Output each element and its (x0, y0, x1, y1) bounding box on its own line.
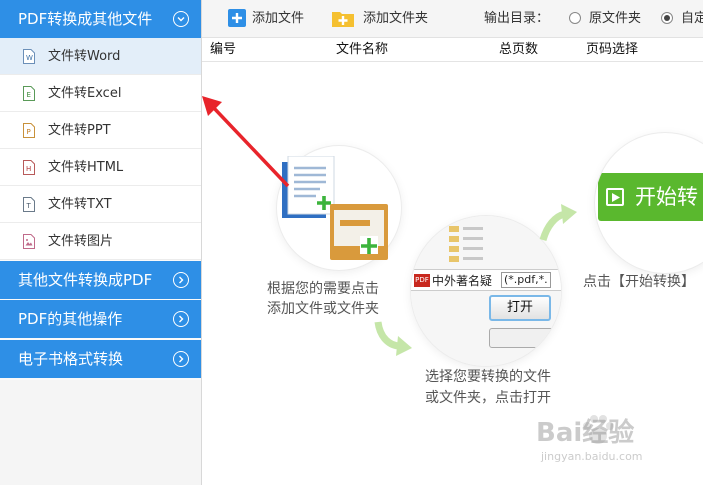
word-file-icon: W (23, 49, 35, 64)
step3-caption: 点击【开始转换】 (583, 274, 695, 290)
sidebar-item-label: 文件转图片 (48, 234, 114, 249)
sidebar: PDF转换成其他文件 W 文件转Word E 文件转Excel P 文件转PPT… (0, 0, 202, 485)
section-label: 电子书格式转换 (18, 350, 124, 368)
sidebar-item-label: 文件转TXT (48, 197, 112, 212)
svg-text:H: H (26, 165, 31, 173)
toolbar: 添加文件 添加文件夹 输出目录： 原文件夹 自定 (202, 0, 703, 38)
step3-circle: 开始转 (595, 133, 703, 273)
step1-caption-line2: 添加文件或文件夹 (267, 301, 379, 317)
watermark-url: jingyan.baidu.com (541, 450, 643, 463)
sidebar-item-word[interactable]: W 文件转Word (0, 38, 201, 75)
step1-caption-line1: 根据您的需要点击 (267, 281, 379, 297)
pdf-badge-icon: PDF (414, 274, 430, 287)
chevron-down-icon (173, 11, 189, 27)
chevron-right-icon (173, 351, 189, 367)
radio-custom-folder[interactable] (661, 12, 673, 24)
section-label: PDF转换成其他文件 (18, 10, 153, 28)
chevron-right-icon (173, 311, 189, 327)
sidebar-item-label: 文件转Excel (48, 86, 122, 101)
column-header-page-range[interactable]: 页码选择 (586, 38, 638, 62)
dialog-cancel-button (489, 328, 561, 348)
dialog-filename-text: 中外著名疑 (432, 274, 493, 288)
section-ebook-conversion[interactable]: 电子书格式转换 (0, 340, 201, 378)
add-file-label: 添加文件 (252, 11, 305, 26)
sidebar-empty-area (0, 380, 201, 485)
sidebar-item-html[interactable]: H 文件转HTML (0, 149, 201, 186)
filename-row: PDF 中外著名疑 (*.pdf,*. (411, 269, 561, 291)
radio-custom-label: 自定 (681, 11, 703, 26)
sidebar-item-label: 文件转Word (48, 49, 121, 64)
radio-original-label: 原文件夹 (589, 11, 642, 26)
sidebar-item-label: 文件转HTML (48, 160, 124, 175)
column-header-number[interactable]: 编号 (210, 38, 236, 62)
image-file-icon (23, 234, 35, 249)
red-arrow-icon (202, 96, 290, 188)
file-table-header: 编号 文件名称 总页数 页码选择 (202, 38, 703, 62)
play-icon (606, 188, 624, 206)
section-pdf-operations[interactable]: PDF的其他操作 (0, 300, 201, 338)
ppt-file-icon: P (23, 123, 35, 138)
add-folder-button[interactable]: 添加文件夹 (332, 9, 452, 29)
section-label: PDF的其他操作 (18, 310, 123, 328)
section-label: 其他文件转换成PDF (18, 271, 153, 289)
sidebar-item-excel[interactable]: E 文件转Excel (0, 75, 201, 112)
column-header-total-pages[interactable]: 总页数 (499, 38, 538, 62)
step2-caption-line1: 选择您要转换的文件 (425, 369, 551, 385)
svg-text:T: T (26, 202, 32, 210)
chevron-right-icon (173, 272, 189, 288)
sidebar-item-label: 文件转PPT (48, 123, 111, 138)
add-file-button[interactable]: 添加文件 (228, 9, 338, 29)
dialog-filter-text: (*.pdf,*. (501, 272, 551, 288)
sidebar-item-txt[interactable]: T 文件转TXT (0, 186, 201, 223)
add-file-icon (228, 9, 246, 27)
output-dir-label: 输出目录： (484, 11, 550, 26)
sidebar-item-image[interactable]: 文件转图片 (0, 223, 201, 260)
step2-caption-line2: 或文件夹，点击打开 (425, 390, 551, 406)
add-folder-icon (332, 12, 354, 27)
app-window: PDF转换成其他文件 W 文件转Word E 文件转Excel P 文件转PPT… (0, 0, 703, 485)
txt-file-icon: T (23, 197, 35, 212)
sidebar-item-ppt[interactable]: P 文件转PPT (0, 112, 201, 149)
svg-text:E: E (27, 91, 31, 99)
radio-original-folder[interactable] (569, 12, 581, 24)
section-pdf-to-other[interactable]: PDF转换成其他文件 (0, 0, 201, 38)
start-convert-label: 开始转 (635, 185, 698, 209)
folder-list-icon (449, 226, 483, 262)
green-arrow-icon (374, 321, 412, 356)
excel-file-icon: E (23, 86, 35, 101)
column-header-filename[interactable]: 文件名称 (336, 38, 388, 62)
baidu-paw-icon (583, 415, 614, 444)
green-arrow-icon (539, 204, 577, 242)
html-file-icon: H (23, 160, 35, 175)
start-convert-button[interactable]: 开始转 (598, 173, 703, 221)
add-folder-label: 添加文件夹 (363, 11, 429, 26)
svg-text:W: W (26, 54, 33, 62)
svg-text:P: P (27, 128, 31, 136)
dialog-open-button[interactable]: 打开 (489, 295, 551, 321)
section-other-to-pdf[interactable]: 其他文件转换成PDF (0, 261, 201, 299)
